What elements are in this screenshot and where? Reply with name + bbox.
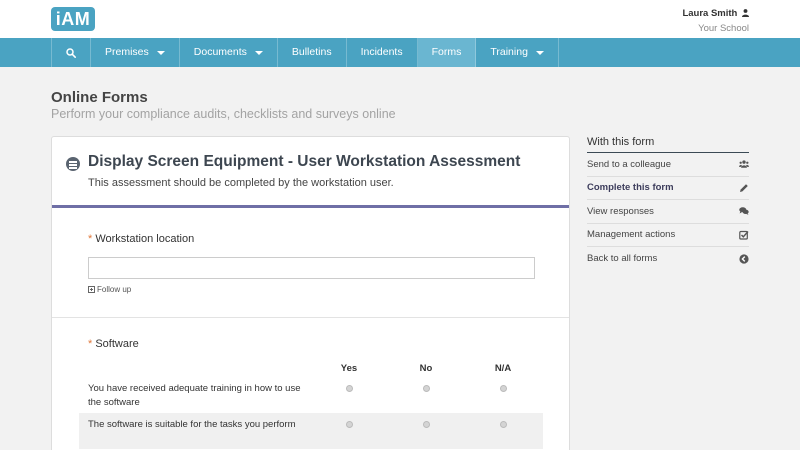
table-row: The software is suitable for the tasks y… xyxy=(79,413,543,449)
sidebar-title: With this form xyxy=(587,136,749,153)
check-square-icon xyxy=(739,230,749,240)
list-icon xyxy=(66,157,80,171)
user-school: Your School xyxy=(698,23,749,34)
user-icon xyxy=(742,9,749,17)
user-menu[interactable]: Laura Smith Your School xyxy=(682,8,749,34)
radio-na[interactable] xyxy=(500,421,507,428)
form-card: Display Screen Equipment - User Workstat… xyxy=(51,136,570,450)
workstation-location-input[interactable] xyxy=(88,257,535,279)
page-title: Online Forms xyxy=(51,89,148,106)
caret-down-icon xyxy=(254,50,263,55)
plus-square-icon xyxy=(88,286,95,293)
nav-forms[interactable]: Forms xyxy=(417,38,477,67)
follow-up-link[interactable]: Follow up xyxy=(88,285,131,294)
column-header-yes: Yes xyxy=(340,363,358,374)
sidebar-item-complete-form[interactable]: Complete this form xyxy=(587,177,749,200)
sidebar-item-view-responses[interactable]: View responses xyxy=(587,200,749,224)
radio-yes[interactable] xyxy=(346,385,353,392)
column-header-no: No xyxy=(419,363,433,374)
sidebar-item-send-to-colleague[interactable]: Send to a colleague xyxy=(587,153,749,177)
form-description: This assessment should be completed by t… xyxy=(88,177,394,189)
nav-incidents[interactable]: Incidents xyxy=(347,38,418,67)
nav-bulletins[interactable]: Bulletins xyxy=(278,38,347,67)
radio-yes[interactable] xyxy=(346,421,353,428)
arrow-circle-left-icon xyxy=(739,254,749,264)
form-header: Display Screen Equipment - User Workstat… xyxy=(52,137,569,208)
nav-search-button[interactable] xyxy=(51,38,91,67)
question-label-software: * Software xyxy=(88,338,139,350)
search-icon xyxy=(66,47,76,58)
required-marker: * xyxy=(88,233,93,245)
caret-down-icon xyxy=(156,50,165,55)
nav-training[interactable]: Training xyxy=(476,38,559,67)
sidebar-item-back-to-forms[interactable]: Back to all forms xyxy=(587,247,749,271)
iam-logo[interactable]: iAM xyxy=(51,7,95,31)
column-header-na: N/A xyxy=(494,363,512,374)
comments-icon xyxy=(739,207,749,216)
sidebar-item-management-actions[interactable]: Management actions xyxy=(587,224,749,247)
row-question: You have received adequate training in h… xyxy=(88,383,301,408)
radio-no[interactable] xyxy=(423,385,430,392)
top-bar: iAM Laura Smith Your School xyxy=(0,0,800,38)
form-title: Display Screen Equipment - User Workstat… xyxy=(88,153,521,170)
user-name: Laura Smith xyxy=(682,8,738,19)
main-nav: Premises Documents Bulletins Incidents F… xyxy=(0,38,800,67)
question-workstation-location: * Workstation location Follow up xyxy=(52,211,569,318)
pencil-icon xyxy=(740,183,748,192)
required-marker: * xyxy=(88,338,93,350)
caret-down-icon xyxy=(535,50,544,55)
users-icon xyxy=(739,160,749,168)
radio-na[interactable] xyxy=(500,385,507,392)
question-label: * Workstation location xyxy=(88,233,195,245)
row-question: The software is suitable for the tasks y… xyxy=(88,419,296,430)
radio-no[interactable] xyxy=(423,421,430,428)
nav-documents[interactable]: Documents xyxy=(180,38,278,67)
page-subtitle: Perform your compliance audits, checklis… xyxy=(51,107,396,121)
nav-premises[interactable]: Premises xyxy=(91,38,180,67)
table-row: You have received adequate training in h… xyxy=(79,377,543,413)
form-actions-sidebar: With this form Send to a colleague Compl… xyxy=(587,136,749,271)
